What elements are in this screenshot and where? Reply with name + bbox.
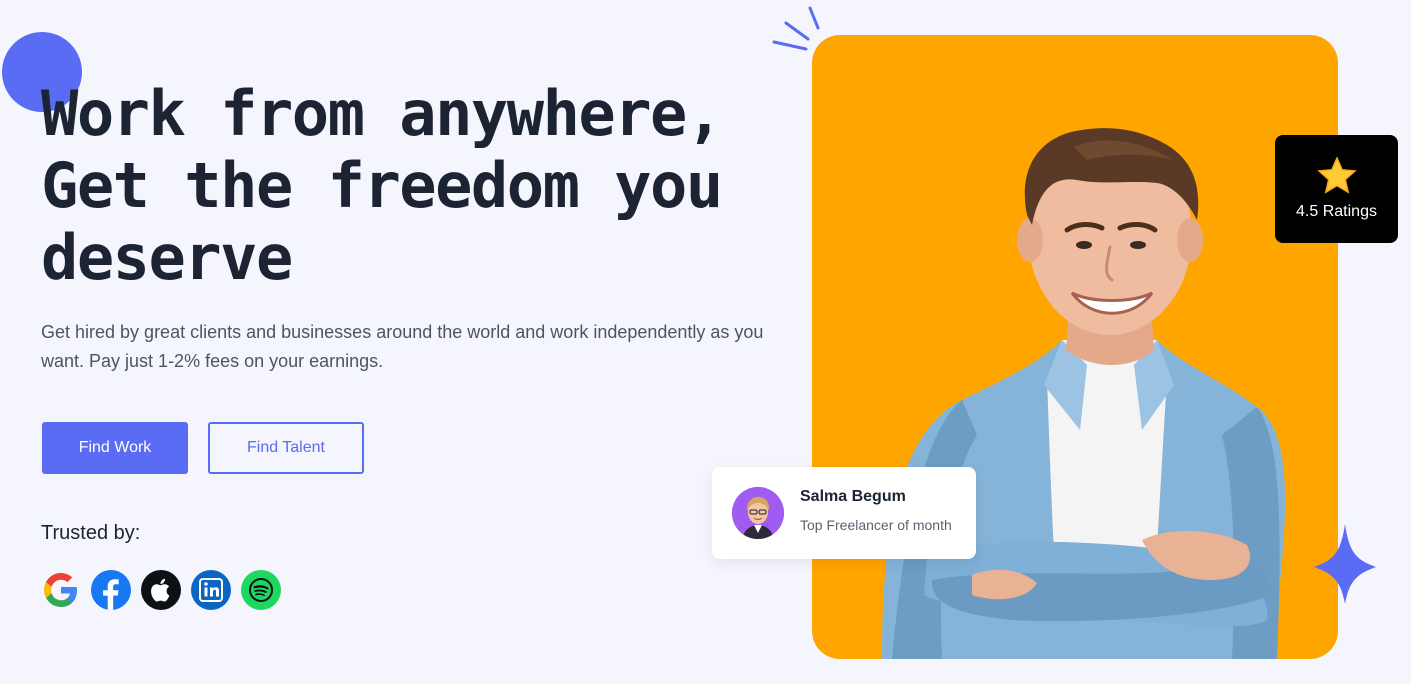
hero-subtitle: Get hired by great clients and businesse… [41, 322, 764, 371]
hero-title-line-3: deserve [41, 221, 293, 294]
rating-label: 4.5 Ratings [1296, 203, 1377, 220]
star-icon [1316, 157, 1357, 194]
trusted-brands-list [41, 570, 281, 610]
find-talent-button[interactable]: Find Talent [208, 422, 364, 474]
hero-photo-card [812, 35, 1338, 659]
google-icon [41, 570, 81, 610]
rating-card: 4.5 Ratings [1275, 135, 1398, 243]
smiling-man-image [882, 128, 1286, 659]
hero-title: Work from anywhere, Get the freedom you … [41, 78, 801, 294]
apple-icon [141, 570, 181, 610]
avatar [732, 487, 784, 539]
freelancer-title: Top Freelancer of month [800, 517, 952, 533]
hero-title-line-1: Work from anywhere, [41, 77, 723, 150]
hero-title-line-2: Get the freedom you [41, 149, 723, 222]
linkedin-icon [191, 570, 231, 610]
trusted-by-label: Trusted by: [41, 522, 141, 544]
find-work-button[interactable]: Find Work [42, 422, 188, 474]
facebook-icon [91, 570, 131, 610]
freelancer-name: Salma Begum [800, 488, 906, 505]
sparkle-decoration [1314, 524, 1376, 604]
spotify-icon [241, 570, 281, 610]
top-freelancer-card: Salma Begum Top Freelancer of month [712, 467, 976, 559]
